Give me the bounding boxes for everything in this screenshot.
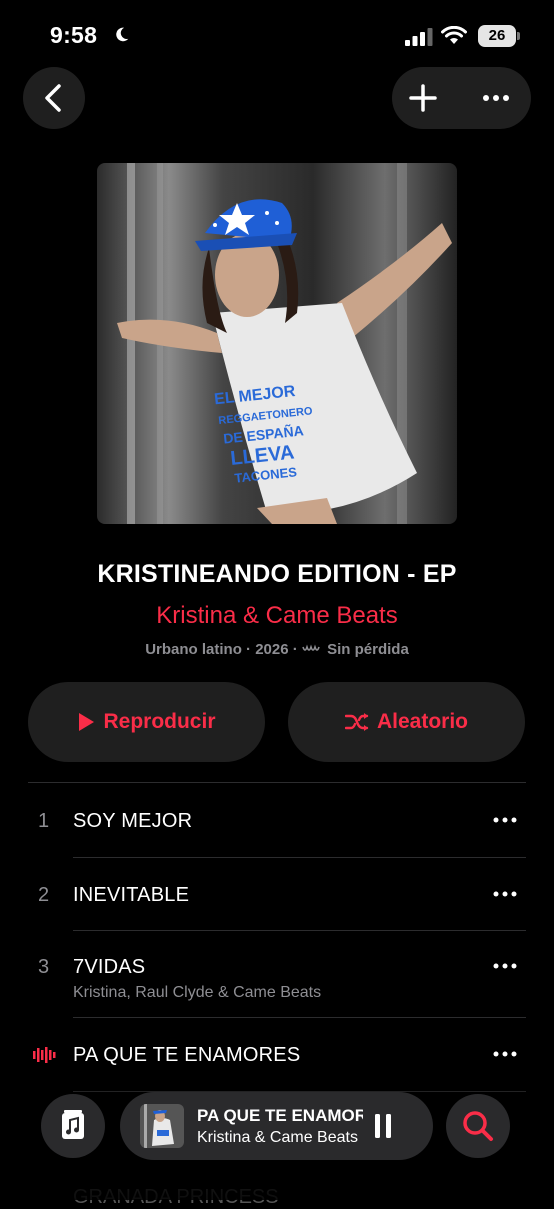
shuffle-button-label: Aleatorio [376,710,468,733]
track-more-icon[interactable] [490,1044,520,1064]
track-number: 2 [38,884,50,906]
plus-icon [409,84,437,112]
track-more-icon[interactable] [490,884,520,904]
ellipsis-icon [483,95,509,101]
search-icon [463,1111,493,1141]
track-title: 7VIDAS [73,956,146,978]
chevron-left-icon [45,84,61,112]
shuffle-button[interactable]: Aleatorio [288,682,525,762]
status-bar: 9:58 26 [0,0,554,70]
play-button-label: Reproducir [103,710,216,733]
battery-indicator: 26 [478,25,520,47]
header-actions [392,67,531,129]
track-row-now-playing[interactable]: PA QUE TE ENAMORES [0,1017,554,1091]
album-quality: Sin pérdida [327,641,409,658]
track-title: PA QUE TE ENAMORES [73,1044,301,1066]
cellular-signal-icon [405,28,433,46]
track-row[interactable]: 2 INEVITABLE [0,857,554,930]
pause-icon[interactable] [370,1112,396,1140]
track-title: INEVITABLE [73,884,190,906]
track-number: 3 [38,956,50,978]
track-number: 1 [38,810,50,832]
mini-player[interactable]: PA QUE TE ENAMORES Kristina & Came Beats [120,1092,433,1160]
add-to-library-button[interactable] [392,67,458,129]
album-artist-link[interactable]: Kristina & Came Beats [0,602,554,630]
album-title: KRISTINEANDO EDITION - EP [97,560,457,588]
album-year: 2026 [255,641,289,658]
back-button[interactable] [23,67,85,129]
mini-player-title: PA QUE TE ENAMORES [197,1106,363,1125]
search-button[interactable] [446,1094,510,1158]
play-icon [79,713,95,731]
track-row[interactable]: 1 SOY MEJOR [0,782,554,856]
music-library-icon [62,1110,84,1139]
play-button[interactable]: Reproducir [28,682,265,762]
status-time: 9:58 [50,22,98,48]
moon-icon [116,27,129,42]
track-row[interactable]: 3 7VIDAS Kristina, Raul Clyde & Came Bea… [0,930,554,1017]
now-playing-equalizer-icon [33,1047,56,1063]
track-title: SOY MEJOR [73,810,193,832]
shuffle-icon [344,713,369,731]
album-artwork: EL MEJOR REGGAETONERO DE ESPAÑA LLEVA TA… [97,163,457,524]
wifi-icon [441,26,467,44]
mini-player-artwork [140,1104,184,1148]
track-more-icon[interactable] [490,956,520,976]
album-metadata: Urbano latino · 2026 · Sin pérdida [145,641,409,658]
mini-player-artist: Kristina & Came Beats [197,1129,358,1146]
track-more-icon[interactable] [490,810,520,830]
lossless-icon [302,644,320,651]
album-genre: Urbano latino [145,641,242,658]
library-button[interactable] [41,1094,105,1158]
track-artists: Kristina, Raul Clyde & Came Beats [73,984,322,1001]
more-options-button[interactable] [462,67,528,129]
